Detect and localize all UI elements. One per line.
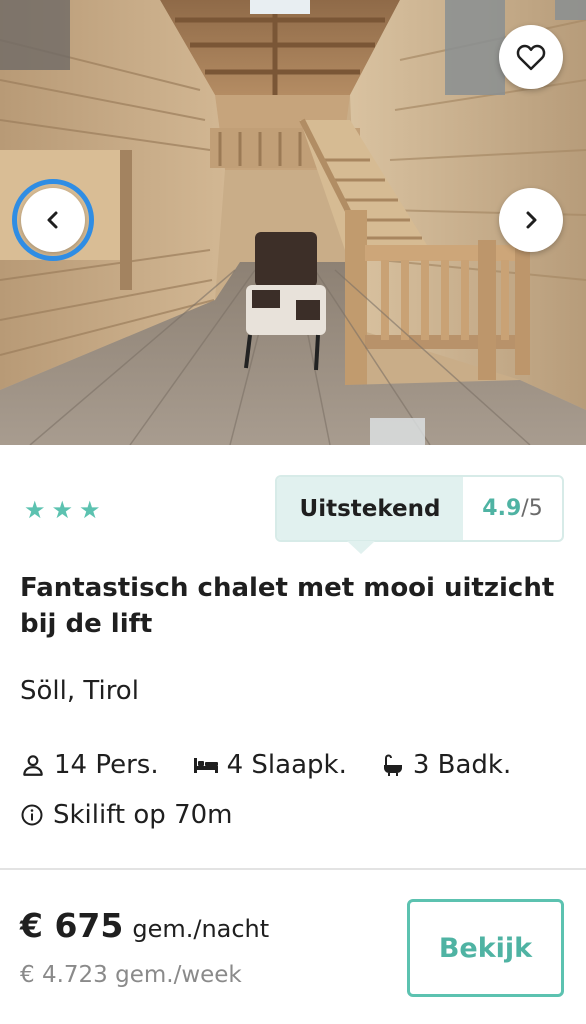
rating-score: 4.9/5 bbox=[463, 477, 562, 540]
skilift-info: Skilift op 70m bbox=[20, 800, 232, 830]
divider bbox=[0, 868, 586, 870]
listing-photo[interactable] bbox=[0, 0, 586, 445]
chalet-interior-image bbox=[0, 0, 586, 445]
listing-title[interactable]: Fantastisch chalet met mooi uitzicht bij… bbox=[20, 570, 565, 642]
price-amount: € 675 bbox=[20, 906, 124, 945]
person-icon bbox=[23, 755, 43, 776]
listing-card[interactable]: ★ ★ ★ Uitstekend 4.9/5 Fantastisch chale… bbox=[0, 0, 586, 1024]
bed-icon bbox=[193, 758, 218, 773]
view-button[interactable]: Bekijk bbox=[407, 899, 564, 997]
feature-bedrooms: 4 Slaapk. bbox=[193, 750, 347, 780]
chevron-left-icon bbox=[47, 211, 58, 229]
bathtub-icon bbox=[383, 754, 402, 776]
star-icon: ★ bbox=[24, 496, 46, 524]
feature-bathrooms: 3 Badk. bbox=[381, 750, 511, 780]
rating-label: Uitstekend bbox=[277, 477, 463, 554]
skilift-info-label: Skilift op 70m bbox=[53, 800, 233, 830]
listing-location: Söll, Tirol bbox=[20, 676, 139, 706]
info-icon bbox=[21, 804, 43, 826]
rating-score-value: 4.9 bbox=[482, 496, 522, 521]
next-photo-button[interactable] bbox=[499, 188, 563, 252]
rating-score-max: /5 bbox=[521, 496, 543, 521]
feature-persons-label: 14 Pers. bbox=[54, 750, 159, 780]
feature-persons: 14 Pers. bbox=[20, 750, 159, 780]
star-rating: ★ ★ ★ bbox=[24, 498, 101, 522]
review-rating-badge[interactable]: Uitstekend 4.9/5 bbox=[275, 475, 564, 554]
previous-photo-button[interactable] bbox=[12, 179, 94, 261]
favorite-button[interactable] bbox=[499, 25, 563, 89]
price-unit: gem./nacht bbox=[132, 915, 270, 943]
price-per-week: € 4.723 gem./week bbox=[20, 962, 242, 988]
feature-bedrooms-label: 4 Slaapk. bbox=[226, 750, 347, 780]
chevron-right-icon bbox=[526, 211, 537, 229]
feature-bathrooms-label: 3 Badk. bbox=[412, 750, 512, 780]
star-icon: ★ bbox=[79, 496, 101, 524]
star-icon: ★ bbox=[51, 496, 74, 524]
heart-icon bbox=[516, 44, 546, 71]
features-row: 14 Pers. 4 Slaapk. 3 Badk. bbox=[20, 750, 545, 780]
price-per-night: € 675 gem./nacht bbox=[20, 906, 269, 945]
